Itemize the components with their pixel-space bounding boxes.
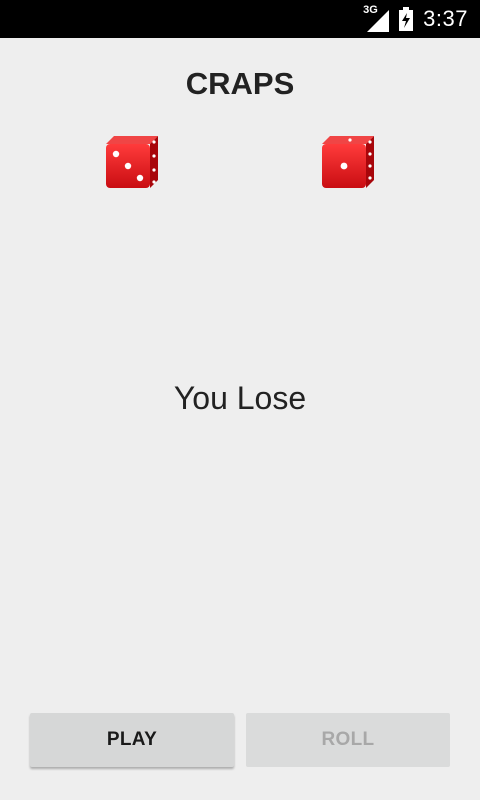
result-text: You Lose xyxy=(173,380,307,416)
status-icons: 3G 3:37 xyxy=(363,0,468,38)
roll-button[interactable]: ROLL xyxy=(246,713,450,767)
clock: 3:37 xyxy=(423,6,468,31)
status-bar: 3G 3:37 xyxy=(0,0,480,38)
app-title: CRAPS xyxy=(185,66,295,101)
die-right-icon xyxy=(322,136,374,188)
play-button[interactable]: PLAY xyxy=(30,713,234,767)
die-left-icon xyxy=(106,136,158,188)
battery-charging-icon xyxy=(399,7,414,31)
signal-icon: 3G xyxy=(363,4,390,32)
